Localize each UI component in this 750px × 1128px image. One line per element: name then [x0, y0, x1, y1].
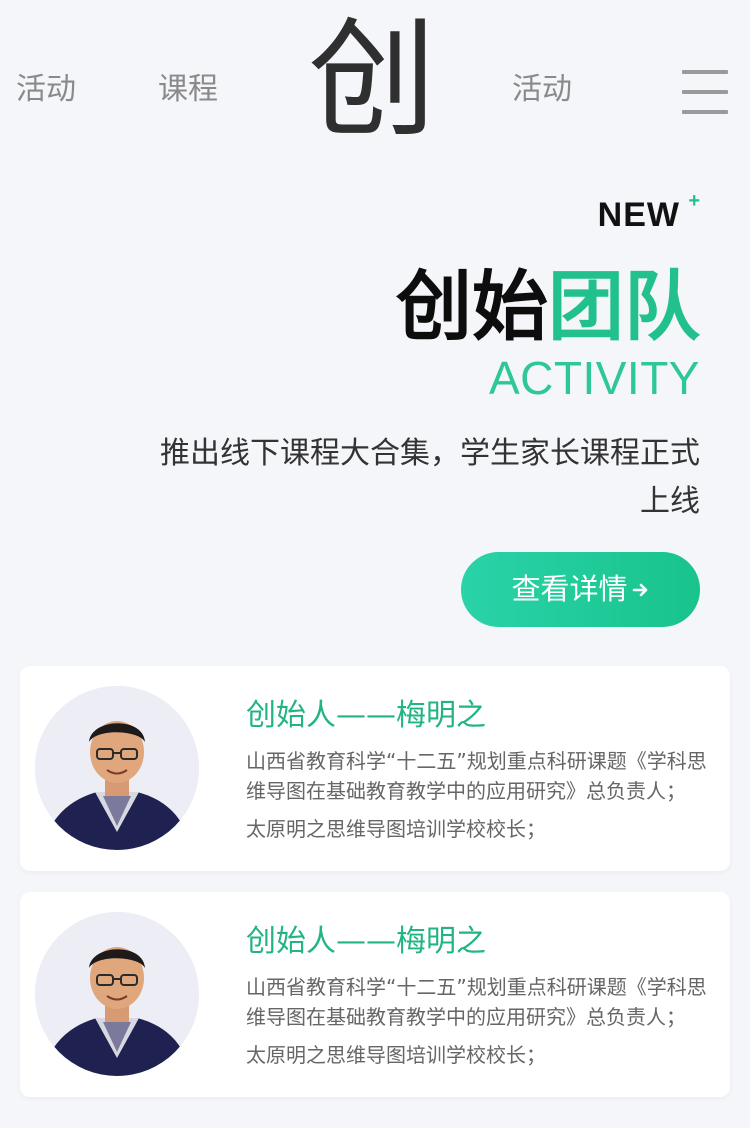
hamburger-menu-icon[interactable]	[682, 68, 728, 116]
new-badge-plus: +	[688, 190, 700, 212]
brand-logo[interactable]: 创	[302, 6, 442, 156]
card-description: 山西省教育科学“十二五”规划重点科研课题《学科思维导图在基础教育教学中的应用研究…	[246, 975, 707, 1029]
menu-bar	[682, 70, 728, 74]
hero-description: 推出线下课程大合集，学生家长课程正式上线	[160, 436, 700, 519]
founder-card[interactable]: 创始人——梅明之 山西省教育科学“十二五”规划重点科研课题《学科思维导图在基础教…	[20, 666, 730, 871]
avatar	[35, 686, 199, 850]
nav-link-activity-right[interactable]: 活动	[512, 70, 572, 110]
view-details-button[interactable]: 查看详情	[461, 552, 700, 627]
hero-title: 创始团队	[396, 262, 700, 352]
menu-bar	[682, 90, 728, 94]
top-nav: 活动 课程 创 活动	[0, 0, 750, 160]
hero-subtitle: ACTIVITY	[488, 352, 700, 404]
new-badge: NEW	[597, 196, 680, 234]
arrow-right-icon	[632, 553, 650, 628]
card-description-secondary: 太原明之思维导图培训学校校长；	[246, 1043, 546, 1067]
view-details-label: 查看详情	[511, 572, 628, 606]
founder-card[interactable]: 创始人——梅明之 山西省教育科学“十二五”规划重点科研课题《学科思维导图在基础教…	[20, 892, 730, 1097]
card-title: 创始人——梅明之	[246, 924, 486, 959]
avatar	[35, 912, 199, 1076]
hero-title-black: 创始	[396, 262, 548, 351]
card-description: 山西省教育科学“十二五”规划重点科研课题《学科思维导图在基础教育教学中的应用研究…	[246, 749, 707, 803]
card-description-secondary: 太原明之思维导图培训学校校长；	[246, 817, 546, 841]
hero-title-green: 团队	[548, 262, 700, 351]
nav-link-activity[interactable]: 活动	[16, 70, 76, 110]
menu-bar	[682, 110, 728, 114]
nav-link-courses[interactable]: 课程	[158, 70, 218, 110]
card-title: 创始人——梅明之	[246, 698, 486, 733]
